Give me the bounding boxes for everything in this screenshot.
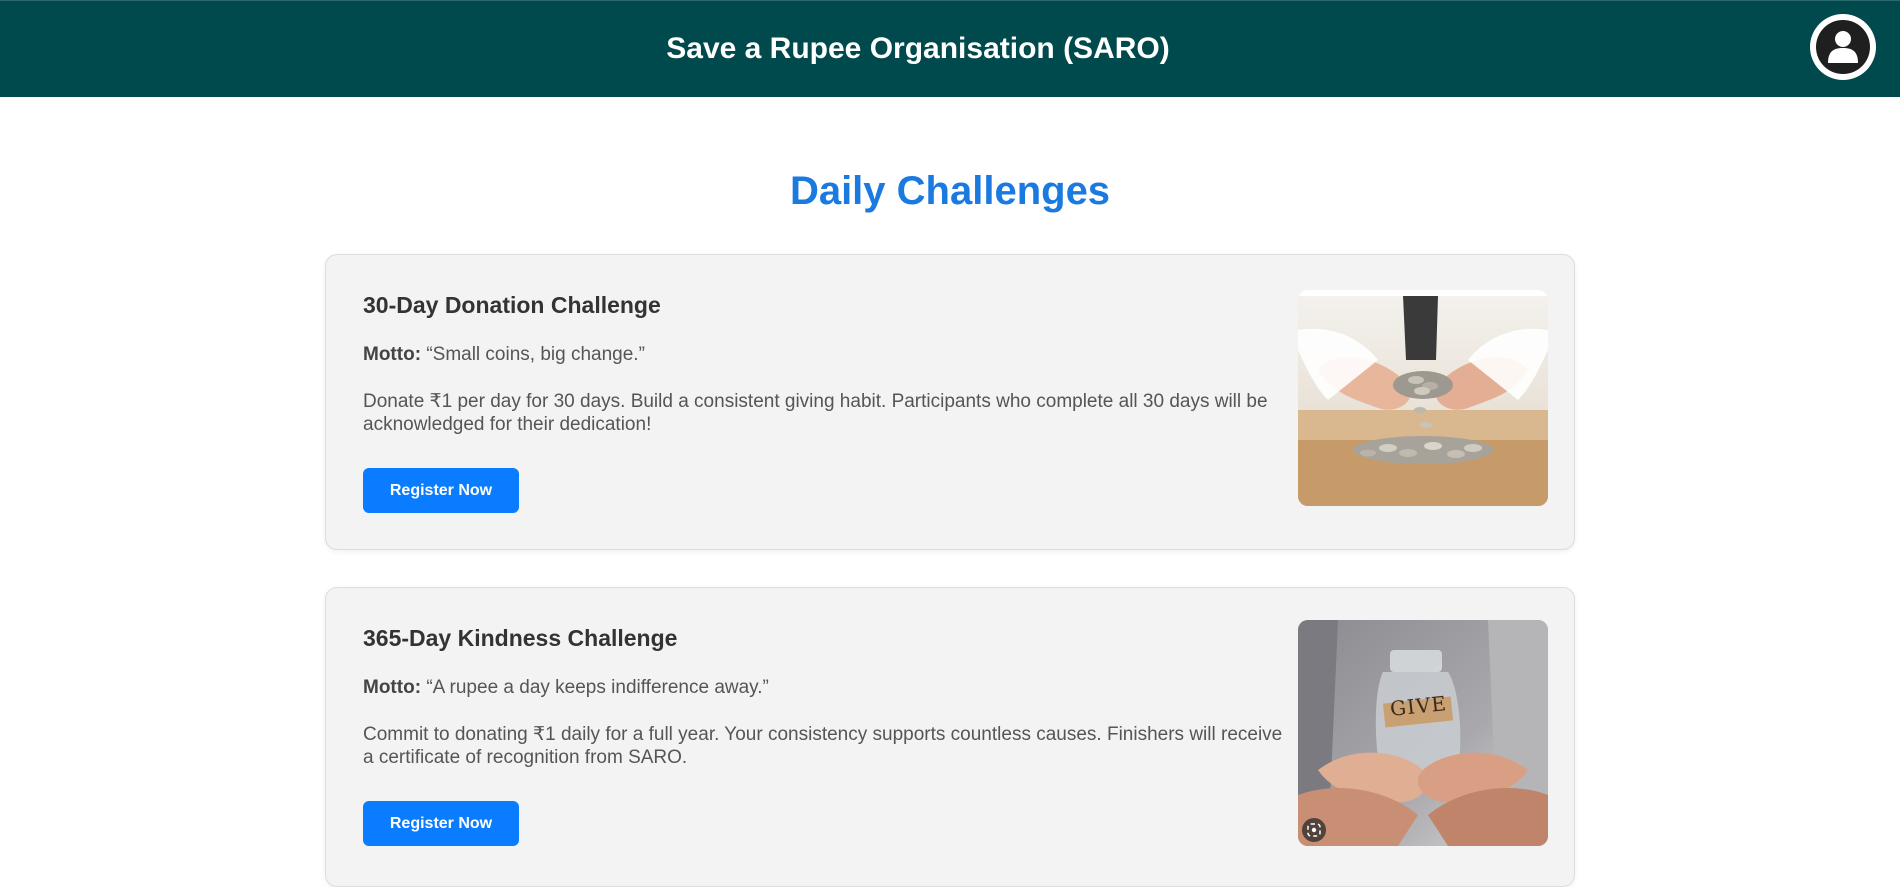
motto-text: “A rupee a day keeps indifference away.” bbox=[426, 677, 769, 698]
site-title: Save a Rupee Organisation (SARO) bbox=[666, 32, 1170, 65]
motto-label: Motto: bbox=[363, 344, 422, 365]
register-now-button[interactable]: Register Now bbox=[363, 801, 519, 846]
challenge-content: 30-Day Donation Challenge Motto: “Small … bbox=[363, 291, 1295, 513]
challenge-motto: Motto: “A rupee a day keeps indifference… bbox=[363, 676, 1295, 700]
motto-label: Motto: bbox=[363, 677, 422, 698]
image-search-icon[interactable] bbox=[1302, 818, 1326, 842]
challenge-title: 30-Day Donation Challenge bbox=[363, 292, 661, 318]
challenge-description: Donate ₹1 per day for 30 days. Build a c… bbox=[363, 391, 1268, 435]
challenge-image-coins bbox=[1298, 290, 1548, 506]
app-header: Save a Rupee Organisation (SARO) bbox=[0, 0, 1900, 97]
profile-button[interactable] bbox=[1810, 14, 1876, 80]
challenge-title: 365-Day Kindness Challenge bbox=[363, 625, 678, 651]
challenge-description: Commit to donating ₹1 daily for a full y… bbox=[363, 724, 1283, 768]
challenge-motto: Motto: “Small coins, big change.” bbox=[363, 343, 1295, 367]
motto-text: “Small coins, big change.” bbox=[426, 344, 645, 365]
challenge-card: 365-Day Kindness Challenge Motto: “A rup… bbox=[325, 587, 1575, 887]
challenge-list: 30-Day Donation Challenge Motto: “Small … bbox=[0, 254, 1900, 887]
user-avatar-icon bbox=[1816, 20, 1870, 74]
challenge-card: 30-Day Donation Challenge Motto: “Small … bbox=[325, 254, 1575, 550]
register-now-button[interactable]: Register Now bbox=[363, 468, 519, 513]
page-title: Daily Challenges bbox=[789, 169, 1111, 213]
challenge-image-give-jar: GIVE bbox=[1298, 620, 1548, 846]
challenge-content: 365-Day Kindness Challenge Motto: “A rup… bbox=[363, 624, 1295, 846]
